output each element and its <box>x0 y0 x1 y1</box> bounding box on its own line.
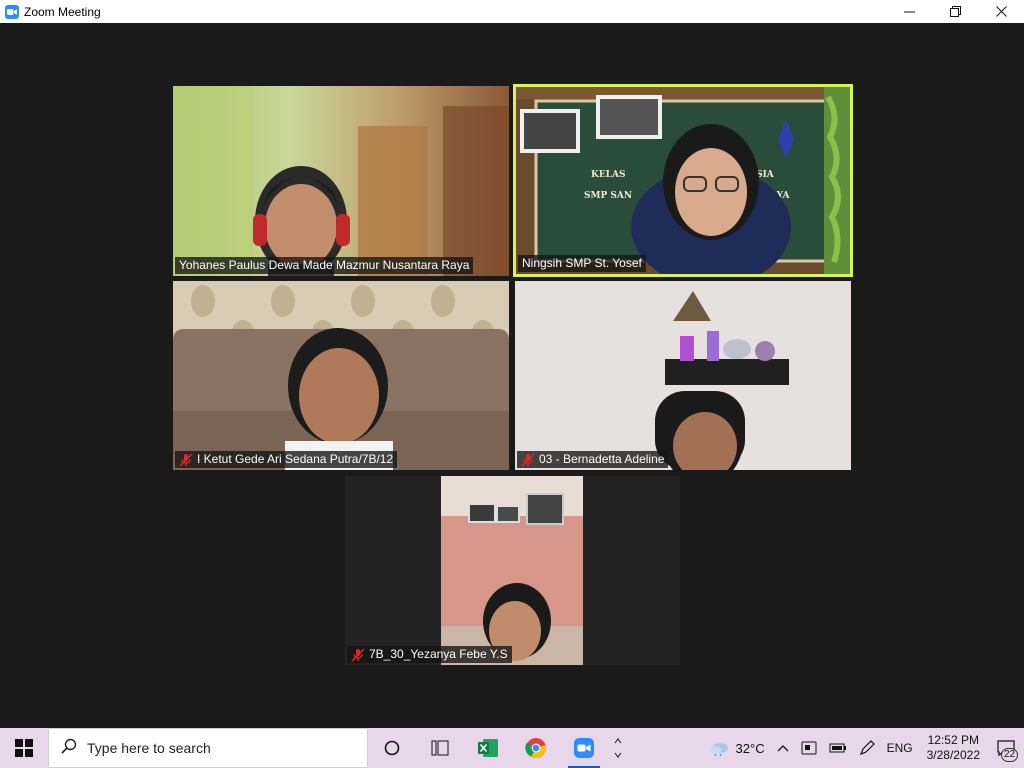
muted-mic-icon <box>179 452 193 467</box>
participant-name: I Ketut Gede Ari Sedana Putra/7B/12 <box>197 452 394 466</box>
system-tray: 32°C ENG 12:52 PM 3/28/2022 22 <box>702 728 1024 768</box>
zoom-app-icon <box>5 4 19 19</box>
clock[interactable]: 12:52 PM 3/28/2022 <box>919 728 988 768</box>
clock-time: 12:52 PM <box>927 733 979 747</box>
weather-temperature: 32°C <box>735 740 765 756</box>
notification-center-icon[interactable]: 22 <box>988 728 1024 768</box>
search-placeholder: Type here to search <box>87 740 211 756</box>
language-indicator[interactable]: ENG <box>881 728 919 768</box>
weather-cloud-icon <box>708 740 730 756</box>
taskbar: Type here to search 32°C ENG 12:52 PM 3/… <box>0 728 1024 768</box>
task-view-icon[interactable] <box>416 728 464 768</box>
muted-mic-icon <box>521 452 535 467</box>
title-bar: Zoom Meeting <box>0 0 1024 23</box>
tray-app-icon[interactable] <box>795 728 823 768</box>
notification-count-badge: 22 <box>1001 748 1018 762</box>
windows-start-icon[interactable] <box>0 728 48 768</box>
window-title: Zoom Meeting <box>24 4 101 19</box>
maximize-icon[interactable] <box>932 0 978 23</box>
clock-date: 3/28/2022 <box>926 748 980 762</box>
show-hidden-icons-icon[interactable] <box>771 728 795 768</box>
participant-name-label: Yohanes Paulus Dewa Made Mazmur Nusantar… <box>175 257 474 274</box>
pen-workspace-icon[interactable] <box>853 728 881 768</box>
window-controls <box>886 0 1024 23</box>
video-tile-2-active-speaker[interactable]: KELAS NESIA SMP SAN RABAYA Ningsih SMP S… <box>513 84 853 277</box>
participant-video <box>345 476 680 665</box>
chrome-icon[interactable] <box>512 728 560 768</box>
close-icon[interactable] <box>978 0 1024 23</box>
participant-video <box>173 281 509 470</box>
muted-mic-icon <box>351 647 365 662</box>
weather-widget[interactable]: 32°C <box>702 728 771 768</box>
background-text-2: SMP SAN <box>584 191 632 201</box>
battery-icon[interactable] <box>823 728 853 768</box>
taskbar-scroll-icon[interactable] <box>608 728 628 768</box>
video-tile-5[interactable]: 7B_30_Yezanya Febe Y.S <box>345 476 680 665</box>
participant-name: 7B_30_Yezanya Febe Y.S <box>369 647 508 661</box>
taskbar-search-box[interactable]: Type here to search <box>48 728 368 768</box>
search-icon <box>61 738 77 759</box>
participant-video <box>515 281 851 470</box>
cortana-icon[interactable] <box>368 728 416 768</box>
participant-video <box>173 86 509 276</box>
video-tile-3[interactable]: I Ketut Gede Ari Sedana Putra/7B/12 <box>173 281 509 470</box>
participant-name-label: 7B_30_Yezanya Febe Y.S <box>347 646 512 663</box>
participant-name: 03 - Bernadetta Adeline <box>539 452 665 466</box>
video-tile-4[interactable]: 03 - Bernadetta Adeline <box>515 281 851 470</box>
participant-name-label: I Ketut Gede Ari Sedana Putra/7B/12 <box>175 451 398 468</box>
background-text-1: KELAS <box>591 170 626 180</box>
zoom-icon[interactable] <box>560 728 608 768</box>
gallery-view: Yohanes Paulus Dewa Made Mazmur Nusantar… <box>0 23 1024 728</box>
participant-name: Ningsih SMP St. Yosef <box>522 256 642 270</box>
participant-name-label: Ningsih SMP St. Yosef <box>518 255 646 272</box>
participant-video: KELAS NESIA SMP SAN RABAYA <box>516 87 850 274</box>
minimize-icon[interactable] <box>886 0 932 23</box>
excel-icon[interactable] <box>464 728 512 768</box>
participant-name: Yohanes Paulus Dewa Made Mazmur Nusantar… <box>179 258 470 272</box>
video-tile-1[interactable]: Yohanes Paulus Dewa Made Mazmur Nusantar… <box>173 86 509 276</box>
participant-name-label: 03 - Bernadetta Adeline <box>517 451 669 468</box>
